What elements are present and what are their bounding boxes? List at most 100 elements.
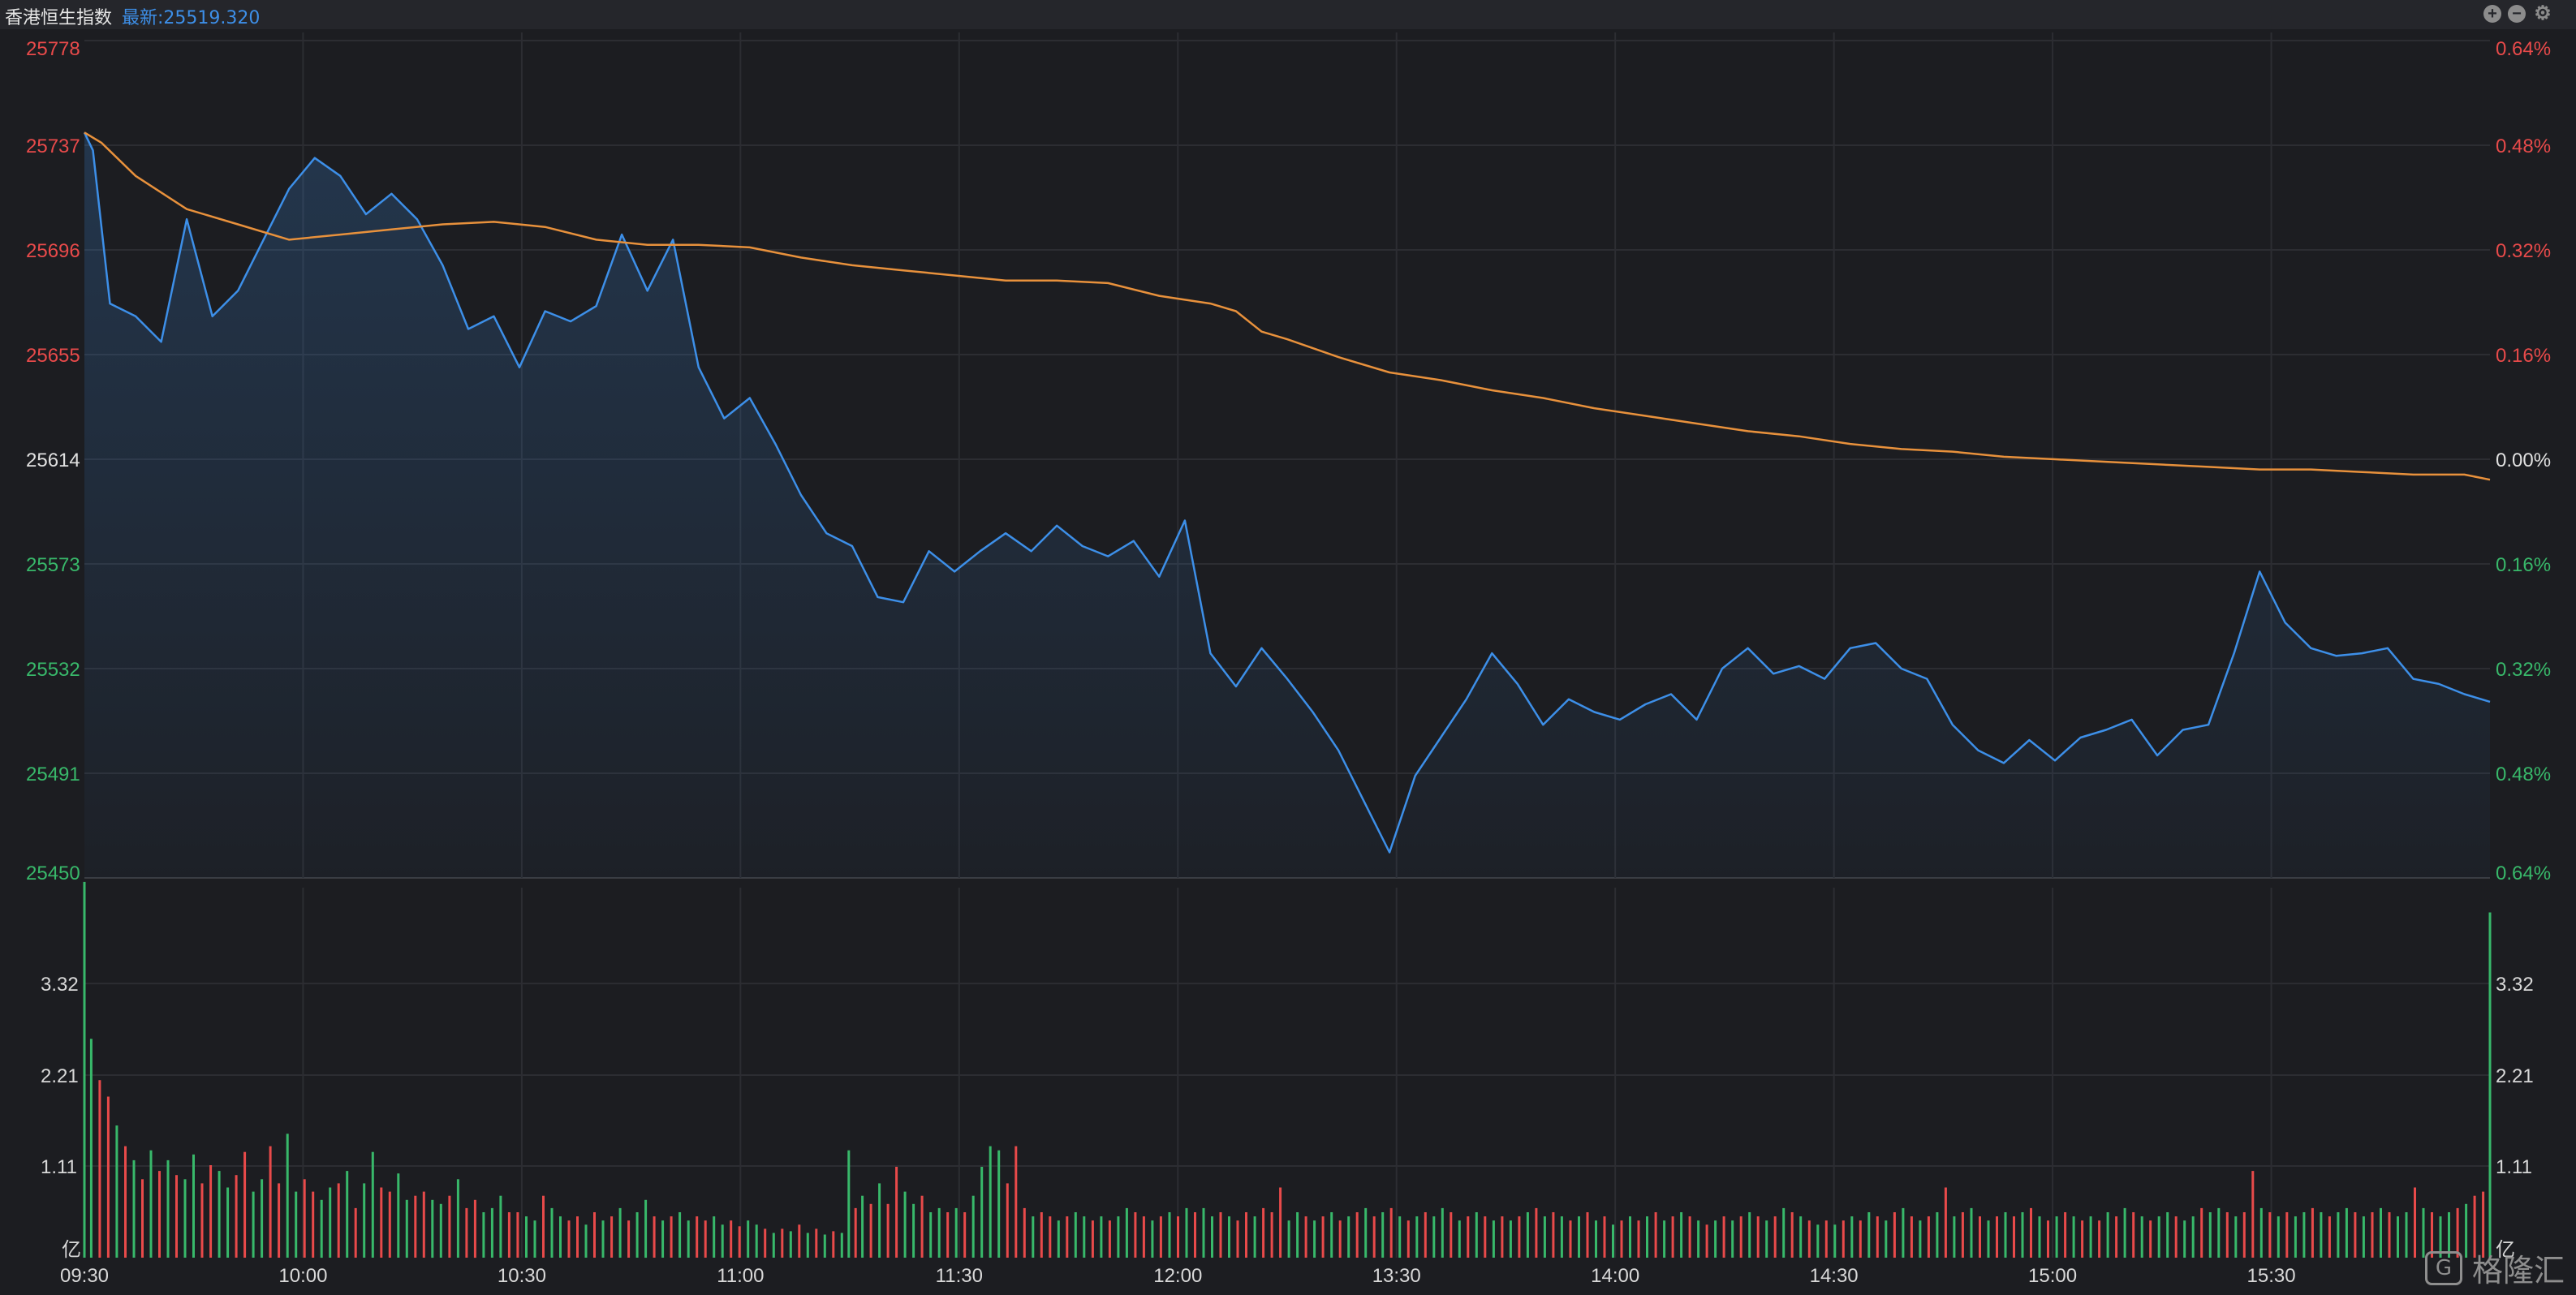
volume-bar — [1603, 1216, 1606, 1258]
volume-bar — [2294, 1216, 2297, 1258]
time-tick-label: 15:00 — [2028, 1265, 2077, 1287]
volume-bar — [2140, 1216, 2143, 1258]
volume-bar — [610, 1216, 614, 1258]
percent-tick-label: 0.00% — [2496, 450, 2551, 471]
volume-bar — [363, 1183, 366, 1258]
volume-bar — [1211, 1216, 1213, 1258]
volume-bar — [431, 1199, 434, 1258]
percent-tick-label: 0.16% — [2496, 554, 2551, 576]
volume-bar — [261, 1179, 264, 1258]
time-tick-label: 14:00 — [1591, 1265, 1639, 1287]
volume-bar — [764, 1228, 767, 1258]
volume-bar — [149, 1150, 153, 1258]
price-tick-label: 25532 — [26, 659, 80, 681]
volume-bar — [132, 1159, 136, 1258]
percent-tick-label: 0.32% — [2496, 659, 2551, 681]
volume-bar — [1535, 1207, 1538, 1258]
volume-bar — [2328, 1216, 2331, 1258]
volume-bar — [2405, 1212, 2408, 1258]
volume-bar — [1518, 1216, 1521, 1258]
volume-bar — [2217, 1207, 2221, 1258]
volume-bar — [618, 1207, 622, 1258]
volume-bar — [1671, 1216, 1674, 1258]
volume-bar — [861, 1195, 864, 1258]
volume-bar — [755, 1224, 758, 1258]
volume-bar — [789, 1231, 792, 1258]
time-tick-label: 09:30 — [60, 1265, 109, 1287]
percent-tick-label: 0.64% — [2496, 38, 2551, 60]
volume-bar — [405, 1199, 408, 1258]
volume-bar — [1552, 1212, 1555, 1258]
volume-bar — [286, 1134, 289, 1258]
volume-tick-label-left: 2.21 — [41, 1065, 79, 1087]
volume-bar — [1040, 1212, 1043, 1258]
volume-bar — [1450, 1212, 1453, 1258]
volume-bar — [243, 1151, 247, 1258]
volume-bar — [1125, 1207, 1128, 1258]
volume-bar — [2166, 1212, 2169, 1258]
chart-window: 香港恒生指数 最新:25519.320 + − ⚙ 25778 25737 2569… — [0, 0, 2576, 1295]
volume-bar — [1850, 1216, 1854, 1258]
volume-bar — [567, 1220, 571, 1258]
price-tick-label: 25696 — [26, 240, 80, 262]
price-tick-label: 25614 — [26, 450, 80, 471]
volume-bar — [1279, 1187, 1282, 1258]
volume-bar — [1705, 1224, 1708, 1258]
price-tick-label: 25655 — [26, 345, 80, 367]
volume-bar — [166, 1159, 170, 1258]
volume-bar — [1637, 1220, 1640, 1258]
volume-bar — [1406, 1220, 1410, 1258]
volume-bar — [1569, 1220, 1572, 1258]
volume-bar — [218, 1171, 221, 1258]
volume-bar — [713, 1216, 716, 1258]
volume-bar — [847, 1150, 851, 1258]
volume-bar — [89, 1039, 93, 1258]
time-tick-label: 15:30 — [2247, 1265, 2296, 1287]
chart-canvas[interactable]: 25778 25737 25696 25655 25614 25573 25532 25491… — [0, 0, 2576, 1295]
volume-tick-label-right: 3.32 — [2496, 974, 2534, 996]
volume-bar — [1270, 1212, 1273, 1258]
price-plot — [83, 131, 2491, 879]
volume-bar — [2277, 1216, 2280, 1258]
volume-bar — [1159, 1216, 1162, 1258]
volume-bar — [1807, 1220, 1811, 1258]
volume-bar — [963, 1212, 967, 1258]
price-tick-label: 25778 — [26, 38, 80, 60]
volume-bar — [1885, 1220, 1888, 1258]
volume-bar — [2380, 1207, 2382, 1258]
volume-bar — [2242, 1212, 2246, 1258]
volume-bar — [1824, 1220, 1828, 1258]
volume-bar — [2362, 1216, 2365, 1258]
time-tick-label: 11:00 — [717, 1265, 764, 1287]
volume-bar — [1509, 1220, 1512, 1258]
volume-bar — [1091, 1220, 1094, 1258]
volume-bar — [2345, 1207, 2348, 1258]
volume-bar — [2337, 1212, 2340, 1258]
volume-bar — [1364, 1207, 1368, 1258]
volume-bar — [661, 1220, 665, 1258]
volume-bar — [1936, 1212, 1939, 1258]
volume-bar — [2132, 1212, 2135, 1258]
volume-bar — [1586, 1212, 1589, 1258]
volume-bar — [2234, 1216, 2238, 1258]
volume-bar — [516, 1212, 519, 1258]
volume-bar — [627, 1220, 631, 1258]
volume-bar — [1748, 1212, 1751, 1258]
volume-bar — [1032, 1216, 1035, 1258]
volume-bar — [670, 1216, 673, 1258]
volume-bar — [1953, 1216, 1956, 1258]
volume-bar — [1074, 1212, 1077, 1258]
volume-bar — [1816, 1224, 1820, 1258]
volume-bar — [269, 1146, 272, 1258]
volume-bar — [653, 1216, 656, 1258]
volume-bar — [200, 1183, 204, 1258]
volume-bar — [2302, 1212, 2306, 1258]
volume-bar — [1134, 1212, 1137, 1258]
volume-plot — [83, 881, 2492, 1258]
volume-bar — [2098, 1220, 2101, 1258]
volume-bar — [1228, 1216, 1230, 1258]
volume-bar — [312, 1191, 315, 1258]
volume-bar — [1245, 1212, 1247, 1258]
volume-bar — [1731, 1220, 1734, 1258]
volume-bar — [1321, 1216, 1325, 1258]
